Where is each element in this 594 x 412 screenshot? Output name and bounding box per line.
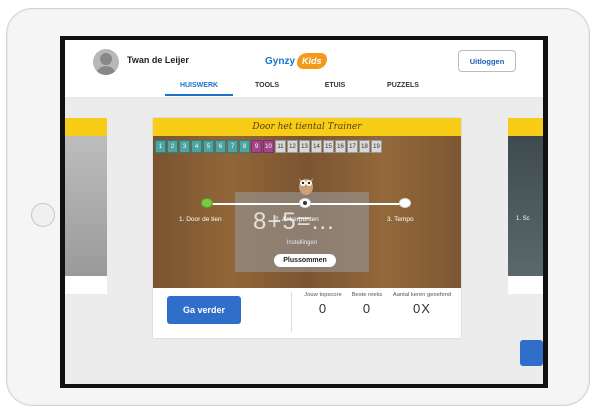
number-tile: 6 xyxy=(215,140,226,153)
stat-value: 0X xyxy=(413,301,431,316)
next-card-image: 1. Sc xyxy=(508,136,543,276)
number-tile: 17 xyxy=(347,140,358,153)
continue-button[interactable]: Ga verder xyxy=(167,296,241,324)
app-header: Twan de Leijer Gynzy Kids Uitloggen HUIS… xyxy=(65,40,543,98)
number-tile: 1 xyxy=(155,140,166,153)
number-tile: 2 xyxy=(167,140,178,153)
settings-label[interactable]: Instellingen xyxy=(153,240,451,246)
stat-best-streak: Beste reeks 0 xyxy=(349,292,385,316)
logo-badge: Kids xyxy=(297,53,327,69)
logo-text: Gynzy xyxy=(265,55,296,67)
user-name: Twan de Leijer xyxy=(127,55,189,65)
step-label: 3. Tempo xyxy=(387,216,414,223)
mode-selector[interactable]: Plussommen xyxy=(274,254,336,267)
next-card[interactable]: 1. Sc xyxy=(508,118,543,294)
number-tile: 15 xyxy=(323,140,334,153)
step-label: 1. Door de tien xyxy=(179,216,222,223)
prev-card-title-bar xyxy=(65,118,107,136)
number-tile: 4 xyxy=(191,140,202,153)
tab-etuis[interactable]: ETUIS xyxy=(301,82,369,96)
app-logo: Gynzy Kids xyxy=(265,50,327,72)
app-screen: Twan de Leijer Gynzy Kids Uitloggen HUIS… xyxy=(65,40,543,384)
step-dot-1[interactable] xyxy=(201,198,213,208)
number-tile: 18 xyxy=(359,140,370,153)
logout-button[interactable]: Uitloggen xyxy=(458,50,516,72)
step-label: 2. Ankerpunten xyxy=(275,216,319,223)
next-card-button[interactable] xyxy=(520,340,543,366)
prev-card[interactable] xyxy=(65,118,107,294)
stat-label: Aantal keren geoefend xyxy=(392,292,452,298)
owl-icon xyxy=(299,178,313,195)
card-footer: Ga verder Jouw topscore 0 Beste reeks 0 … xyxy=(153,288,461,338)
home-button[interactable] xyxy=(31,203,55,227)
number-tile: 16 xyxy=(335,140,346,153)
number-tile: 12 xyxy=(287,140,298,153)
stat-times-practiced: Aantal keren geoefend 0X xyxy=(391,292,453,316)
stat-value: 0 xyxy=(362,301,372,316)
stat-label: Jouw topscore xyxy=(304,292,342,298)
number-tile: 19 xyxy=(371,140,382,153)
number-tile: 14 xyxy=(311,140,322,153)
number-tile: 7 xyxy=(227,140,238,153)
tab-huiswerk[interactable]: HUISWERK xyxy=(165,82,233,96)
stat-topscore: Jouw topscore 0 xyxy=(303,292,343,316)
next-card-title-bar xyxy=(508,118,543,136)
number-tile: 9 xyxy=(251,140,262,153)
number-tile: 10 xyxy=(263,140,274,153)
step-dot-2[interactable] xyxy=(299,198,311,208)
number-line: 1 2 3 4 5 6 7 8 9 10 11 12 13 14 15 16 1 xyxy=(155,140,383,153)
tab-puzzels[interactable]: PUZZELS xyxy=(369,82,437,96)
carousel: Door het tiental Trainer 1 2 3 4 5 6 7 8… xyxy=(65,98,543,384)
next-card-step-label: 1. Sc xyxy=(516,216,530,222)
card-image[interactable]: 1 2 3 4 5 6 7 8 9 10 11 12 13 14 15 16 1 xyxy=(153,136,461,288)
step-dot-3[interactable] xyxy=(399,198,411,208)
footer-divider xyxy=(291,292,292,332)
trainer-card: Door het tiental Trainer 1 2 3 4 5 6 7 8… xyxy=(153,118,461,338)
card-title: Door het tiental Trainer xyxy=(153,118,461,136)
stat-value: 0 xyxy=(318,301,328,316)
number-tile: 8 xyxy=(239,140,250,153)
main-tabs: HUISWERK TOOLS ETUIS PUZZELS xyxy=(165,82,437,96)
number-tile: 5 xyxy=(203,140,214,153)
user-avatar-icon xyxy=(93,49,119,75)
number-tile: 13 xyxy=(299,140,310,153)
stat-label: Beste reeks xyxy=(351,292,383,298)
number-tile: 3 xyxy=(179,140,190,153)
number-tile: 11 xyxy=(275,140,286,153)
prev-card-image xyxy=(65,136,107,276)
tab-tools[interactable]: TOOLS xyxy=(233,82,301,96)
